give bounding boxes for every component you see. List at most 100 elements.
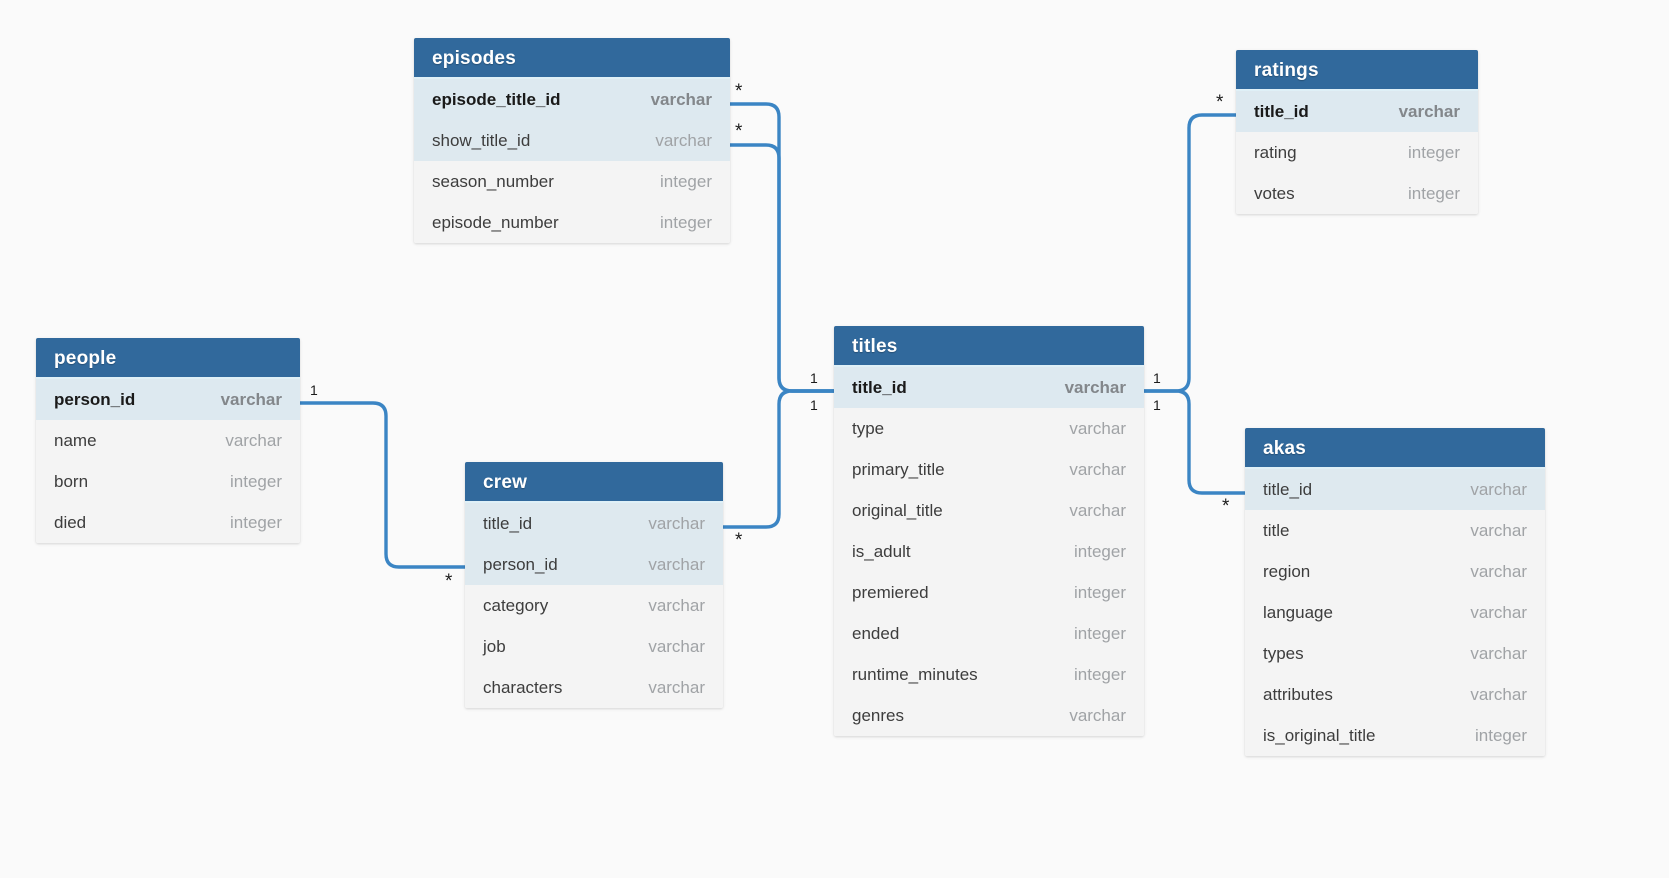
cardinality-marker-m-titles-left-top: 1 — [810, 370, 818, 386]
field-row[interactable]: original_title varchar — [834, 490, 1144, 531]
field-name: category — [483, 595, 549, 615]
field-type: varchar — [1470, 684, 1527, 704]
field-name: person_id — [483, 554, 558, 574]
field-row[interactable]: premiered integer — [834, 572, 1144, 613]
field-type: integer — [230, 512, 282, 532]
line-titles-to-ratings — [1142, 113, 1238, 393]
field-type: varchar — [1470, 479, 1527, 499]
entity-title-titles: titles — [834, 326, 1144, 367]
field-name: name — [54, 430, 97, 450]
field-name: job — [483, 636, 506, 656]
field-type: integer — [660, 171, 712, 191]
field-type: varchar — [1069, 459, 1126, 479]
field-row[interactable]: title_id varchar — [1236, 91, 1478, 132]
field-row[interactable]: is_adult integer — [834, 531, 1144, 572]
field-row[interactable]: person_id varchar — [36, 379, 300, 420]
field-type: varchar — [650, 89, 712, 109]
field-name: premiered — [852, 582, 929, 602]
field-row[interactable]: types varchar — [1245, 633, 1545, 674]
field-row[interactable]: name varchar — [36, 420, 300, 461]
cardinality-marker-m-people-person: 1 — [310, 382, 318, 398]
cardinality-marker-m-titles-right-top: 1 — [1153, 370, 1161, 386]
field-row[interactable]: born integer — [36, 461, 300, 502]
field-type: varchar — [655, 130, 712, 150]
field-name: type — [852, 418, 885, 438]
field-row[interactable]: episode_number integer — [414, 202, 730, 243]
field-row[interactable]: person_id varchar — [465, 544, 723, 585]
field-name: types — [1263, 643, 1304, 663]
field-type: varchar — [1398, 101, 1460, 121]
field-row[interactable]: job varchar — [465, 626, 723, 667]
entity-title-crew: crew — [465, 462, 723, 503]
line-people-to-crew — [298, 401, 467, 569]
field-row[interactable]: episode_title_id varchar — [414, 79, 730, 120]
field-row[interactable]: language varchar — [1245, 592, 1545, 633]
field-row[interactable]: is_original_title integer — [1245, 715, 1545, 756]
entity-titles[interactable]: titles title_id varchar type varchar primary_… — [834, 326, 1144, 736]
field-type: varchar — [648, 636, 705, 656]
field-row[interactable]: died integer — [36, 502, 300, 543]
field-row[interactable]: primary_title varchar — [834, 449, 1144, 490]
field-row[interactable]: category varchar — [465, 585, 723, 626]
entity-title-episodes: episodes — [414, 38, 730, 79]
field-name: is_adult — [852, 541, 911, 561]
cardinality-marker-m-episodes-show-title: * — [735, 121, 743, 142]
field-name: votes — [1254, 183, 1295, 203]
field-name: region — [1263, 561, 1311, 581]
entity-ratings[interactable]: ratings title_id varchar rating integer votes… — [1236, 50, 1478, 214]
cardinality-marker-m-crew-title: * — [735, 530, 743, 551]
field-row[interactable]: votes integer — [1236, 173, 1478, 214]
field-row[interactable]: characters varchar — [465, 667, 723, 708]
field-row[interactable]: region varchar — [1245, 551, 1545, 592]
er-diagram-canvas: episodes episode_title_id varchar show_titl… — [0, 0, 1669, 878]
line-episodes-episode-title-to-titles — [728, 102, 836, 393]
field-name: ended — [852, 623, 900, 643]
field-type: varchar — [1470, 520, 1527, 540]
field-type: varchar — [225, 430, 282, 450]
field-row[interactable]: rating integer — [1236, 132, 1478, 173]
cardinality-marker-m-titles-right-bottom: 1 — [1153, 397, 1161, 413]
entity-people[interactable]: people person_id varchar name varchar born int… — [36, 338, 300, 543]
field-row[interactable]: attributes varchar — [1245, 674, 1545, 715]
field-type: integer — [1074, 623, 1126, 643]
field-row[interactable]: title_id varchar — [834, 367, 1144, 408]
field-type: varchar — [220, 389, 282, 409]
entity-title-people: people — [36, 338, 300, 379]
entity-akas[interactable]: akas title_id varchar title varchar region var… — [1245, 428, 1545, 756]
cardinality-marker-m-akas-title: * — [1222, 496, 1230, 517]
entity-title-ratings: ratings — [1236, 50, 1478, 91]
field-type: varchar — [648, 677, 705, 697]
field-row[interactable]: season_number integer — [414, 161, 730, 202]
field-name: primary_title — [852, 459, 945, 479]
field-type: integer — [1408, 142, 1460, 162]
field-row[interactable]: ended integer — [834, 613, 1144, 654]
field-name: episode_number — [432, 212, 559, 232]
entity-episodes[interactable]: episodes episode_title_id varchar show_titl… — [414, 38, 730, 243]
field-name: show_title_id — [432, 130, 531, 150]
entity-crew[interactable]: crew title_id varchar person_id varchar categ… — [465, 462, 723, 708]
field-row[interactable]: show_title_id varchar — [414, 120, 730, 161]
line-episodes-show-title-to-titles — [728, 143, 836, 393]
cardinality-marker-m-ratings-title: * — [1216, 92, 1224, 113]
field-row[interactable]: runtime_minutes integer — [834, 654, 1144, 695]
field-name: episode_title_id — [432, 89, 561, 109]
field-type: varchar — [648, 554, 705, 574]
field-type: integer — [1074, 582, 1126, 602]
entity-title-akas: akas — [1245, 428, 1545, 469]
field-type: integer — [230, 471, 282, 491]
field-row[interactable]: title varchar — [1245, 510, 1545, 551]
field-type: integer — [1408, 183, 1460, 203]
field-type: varchar — [1069, 418, 1126, 438]
field-type: varchar — [1069, 705, 1126, 725]
field-row[interactable]: type varchar — [834, 408, 1144, 449]
field-name: died — [54, 512, 87, 532]
field-row[interactable]: title_id varchar — [1245, 469, 1545, 510]
field-name: person_id — [54, 389, 136, 409]
field-row[interactable]: title_id varchar — [465, 503, 723, 544]
field-type: varchar — [1470, 602, 1527, 622]
field-name: language — [1263, 602, 1333, 622]
field-name: title_id — [483, 513, 533, 533]
field-row[interactable]: genres varchar — [834, 695, 1144, 736]
field-name: characters — [483, 677, 563, 697]
field-name: title_id — [1263, 479, 1313, 499]
